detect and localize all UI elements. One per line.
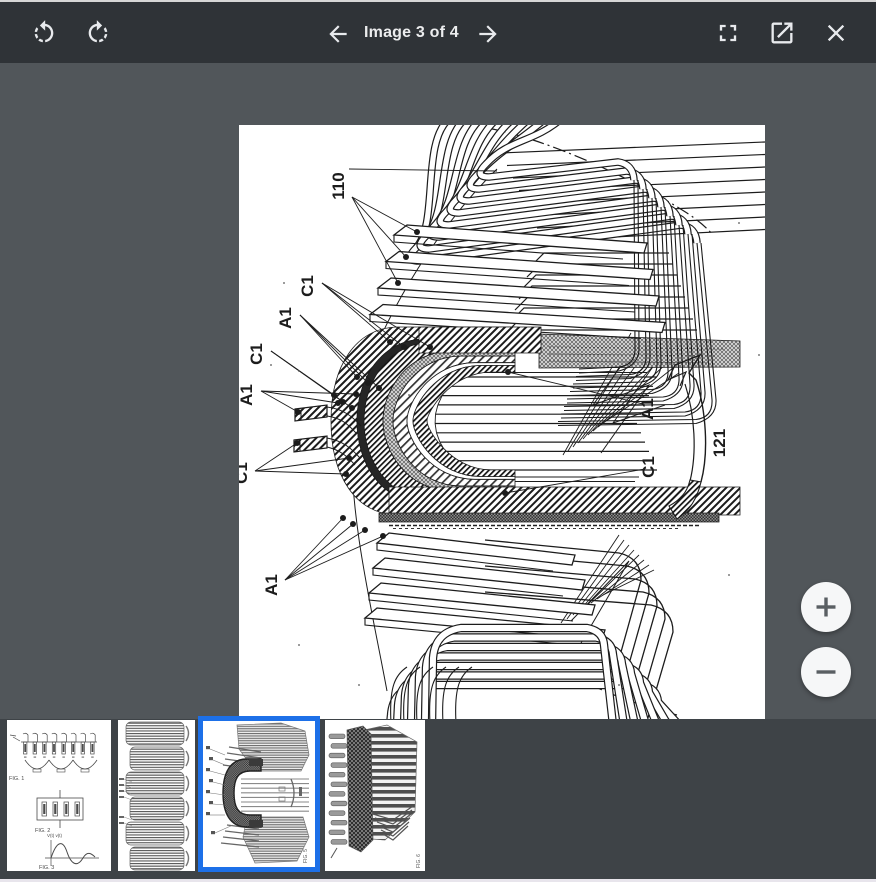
svg-text:FIG. 6: FIG. 6 <box>416 854 422 868</box>
svg-text:C1: C1 <box>239 462 251 484</box>
svg-text:C1: C1 <box>247 343 266 365</box>
svg-text:FIG. 3: FIG. 3 <box>39 865 54 871</box>
svg-text:A1: A1 <box>239 384 256 406</box>
svg-text:FIG. 5: FIG. 5 <box>303 849 309 863</box>
svg-text:A1: A1 <box>638 398 657 420</box>
svg-text:V(t) v(t): V(t) v(t) <box>47 833 62 838</box>
svg-text:C1: C1 <box>639 456 658 478</box>
svg-text:A1: A1 <box>276 307 295 329</box>
svg-text:C1: C1 <box>298 275 317 297</box>
svg-text:110: 110 <box>329 172 348 199</box>
svg-text:121: 121 <box>710 429 729 457</box>
svg-text:A1: A1 <box>262 574 281 596</box>
svg-text:FIG. 1: FIG. 1 <box>9 776 24 782</box>
